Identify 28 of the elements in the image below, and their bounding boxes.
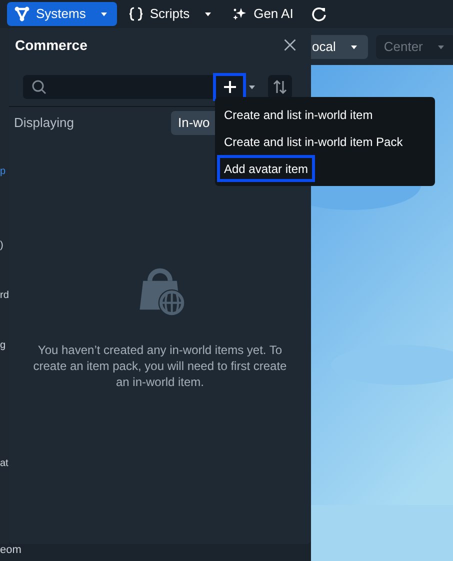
dropdown-button[interactable]: ocal: [311, 34, 368, 58]
branch-icon: [14, 6, 30, 22]
search-icon: [31, 78, 47, 94]
add-button[interactable]: [213, 72, 246, 100]
sidebar-item[interactable]: p: [0, 165, 6, 179]
panel-title: Commerce: [15, 36, 88, 54]
braces-icon: [128, 6, 144, 22]
refresh-icon: [311, 6, 328, 22]
close-icon[interactable]: [283, 38, 297, 52]
plus-icon: [222, 78, 238, 94]
sidebar-item[interactable]: at: [0, 457, 8, 471]
menu-button[interactable]: Scripts: [120, 2, 221, 26]
sidebar-item[interactable]: rd: [0, 289, 9, 303]
sort-button[interactable]: [268, 74, 292, 98]
menu-item[interactable]: Add avatar item: [217, 155, 316, 182]
menu-item[interactable]: Create and list in-world item: [217, 101, 380, 128]
displaying-label: Displaying: [14, 114, 74, 132]
empty-message: You haven’t created any in-world items yet. To create an item pack, you will need to first create an in-world item.: [32, 342, 288, 390]
search-field[interactable]: [23, 74, 213, 98]
sort-icon: [272, 78, 288, 94]
menu-button[interactable]: Systems: [7, 2, 117, 26]
display-dropdown[interactable]: In-wo: [171, 111, 215, 135]
sidebar-item[interactable]: eom: [0, 544, 22, 557]
sidebar-item[interactable]: g: [0, 339, 6, 353]
sidebar-item[interactable]: ): [0, 239, 4, 253]
sparkle-icon: [232, 6, 248, 22]
menu-button[interactable]: Gen AI: [224, 2, 300, 26]
menu-item[interactable]: Create and list in-world item Pack: [217, 128, 410, 155]
